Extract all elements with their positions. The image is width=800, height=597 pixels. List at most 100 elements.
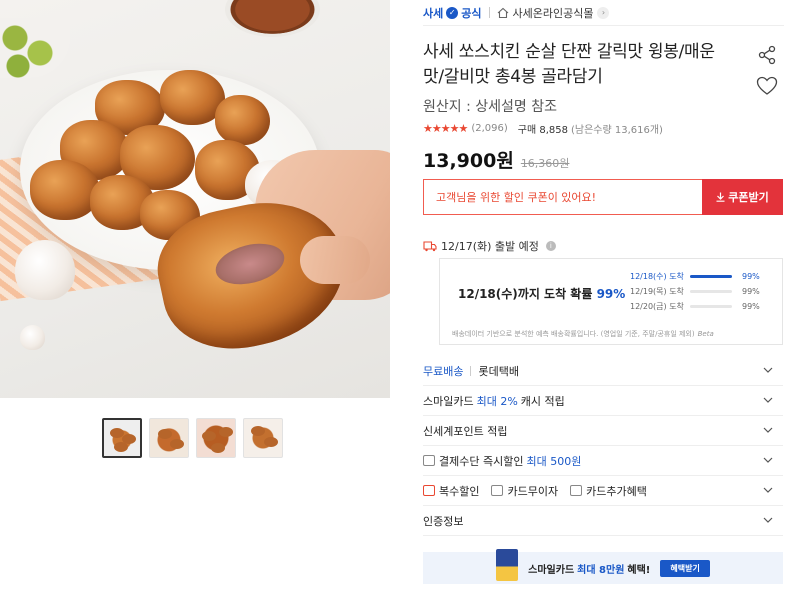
- divider: [470, 365, 472, 376]
- chevron-down-icon: [763, 367, 773, 373]
- shinsegae-label: 신세계포인트 적립: [423, 424, 508, 438]
- arrival-bar: [690, 290, 732, 293]
- download-icon: [716, 192, 725, 202]
- card-benefits-row[interactable]: 복수할인 카드무이자 카드추가혜택: [423, 476, 783, 506]
- smilecard-prefix: 스마일카드: [423, 394, 474, 408]
- arrival-note: 배송데이터 기반으로 분석한 예측 배송확률입니다. (영업일 기준, 주말/공…: [452, 329, 714, 339]
- payment-discount-row[interactable]: 결제수단 즉시할인 최대 500원: [423, 446, 783, 476]
- thumbnail-1[interactable]: [102, 418, 142, 458]
- shipping-row: 12/17(화) 출발 예정 i: [423, 238, 556, 254]
- arrival-probability-box: 12/18(수)까지 도착 확률 99% 12/18(수) 도착 99% 12/19…: [439, 258, 783, 345]
- chevron-down-icon: [763, 457, 773, 463]
- original-price: 16,360원: [520, 157, 570, 170]
- arrival-note-text: 배송데이터 기반으로 분석한 예측 배송확률입니다. (영업일 기준, 주말/공…: [452, 330, 695, 338]
- garlic: [15, 240, 75, 300]
- smilecard-highlight: 최대 2%: [476, 394, 518, 408]
- sauce-bowl: [225, 0, 320, 37]
- coupon-button-label: 쿠폰받기: [728, 191, 769, 204]
- smilecard-banner[interactable]: 스마일카드 최대 8만원 혜택! 혜택받기: [423, 549, 783, 584]
- coupon-download-button[interactable]: 쿠폰받기: [702, 179, 783, 215]
- arrival-date: 12/18(수) 도착: [630, 272, 684, 281]
- arrival-pct: 99%: [742, 272, 760, 281]
- truck-icon: [423, 241, 437, 252]
- beta-label: Beta: [697, 330, 714, 338]
- arrival-pct: 99%: [742, 287, 760, 296]
- chevron-down-icon: [763, 427, 773, 433]
- chevron-right-icon: ›: [597, 6, 610, 19]
- smilecard-suffix: 캐시 적립: [520, 394, 565, 408]
- arrival-headline-text: 12/18(수)까지 도착 확률: [458, 287, 593, 301]
- certification-label: 인증정보: [423, 514, 464, 528]
- info-icon[interactable]: i: [545, 241, 556, 251]
- smilecard-row[interactable]: 스마일카드 최대 2% 캐시 적립: [423, 386, 783, 416]
- arrival-date: 12/19(목) 도착: [630, 287, 684, 296]
- product-main-image: [0, 0, 390, 398]
- review-count[interactable]: (2,096): [471, 123, 507, 134]
- shipping-method-row[interactable]: 무료배송 롯데택배: [423, 356, 783, 386]
- verified-check-icon: ✓: [446, 6, 459, 19]
- banner-prefix: 스마일카드: [528, 564, 575, 576]
- brand-name: 사세: [423, 6, 444, 20]
- thumbnail-3[interactable]: [196, 418, 236, 458]
- share-icon[interactable]: [757, 45, 777, 65]
- home-icon: [497, 7, 508, 18]
- arrival-headline-pct: 99%: [596, 287, 626, 301]
- card-plus-icon: [570, 485, 583, 496]
- arrival-row: 12/19(목) 도착 99%: [630, 284, 760, 299]
- brand-link[interactable]: 사세 ✓ 공식: [423, 5, 482, 21]
- arrival-bar: [690, 275, 732, 278]
- origin-info: 원산지 : 상세설명 참조: [423, 99, 557, 115]
- banner-benefit-button[interactable]: 혜택받기: [660, 559, 710, 577]
- arrival-bar-fill: [690, 275, 732, 278]
- multi-discount[interactable]: 복수할인: [423, 483, 479, 499]
- banner-highlight: 최대 8만원: [577, 564, 625, 576]
- chevron-down-icon: [763, 397, 773, 403]
- thumbnail-4[interactable]: [243, 418, 283, 458]
- certification-row[interactable]: 인증정보: [423, 506, 783, 536]
- card-extra-benefit[interactable]: 카드추가혜택: [570, 483, 647, 499]
- heart-icon[interactable]: [756, 76, 778, 96]
- product-info-panel: 사세 ✓ 공식 사세온라인공식몰 › 사세 쏘스치킨 순살 단짠 갈릭맛 윙봉/…: [423, 0, 784, 584]
- interest-free-label: 카드무이자: [507, 484, 559, 498]
- arrival-row: 12/20(금) 도착 99%: [630, 299, 760, 314]
- courier-label: 롯데택배: [478, 364, 519, 378]
- thumb: [300, 236, 370, 284]
- rating-row: ★★★★★ (2,096) 구매 8,858 (남은수량 13,616개): [423, 121, 663, 136]
- star-rating: ★★★★★: [423, 122, 468, 135]
- divider: [488, 7, 490, 18]
- payment-prefix: 결제수단 즉시할인: [439, 454, 524, 468]
- card-icon: [491, 485, 504, 496]
- free-shipping-label: 무료배송: [423, 364, 464, 378]
- purchase-count: 구매 8,858: [517, 125, 568, 136]
- thumbnail-2[interactable]: [149, 418, 189, 458]
- thumbnail-list: [102, 418, 283, 458]
- store-name: 사세온라인공식몰: [512, 6, 594, 20]
- sale-price: 13,900원: [423, 150, 514, 172]
- store-link[interactable]: 사세온라인공식몰 ›: [497, 5, 610, 21]
- discount-icon: [423, 485, 435, 496]
- coupon-message: 고객님을 위한 할인 쿠폰이 있어요!: [423, 179, 702, 215]
- benefit-list: 무료배송 롯데택배 스마일카드 최대 2% 캐시 적립 신세계포인트 적립 결제…: [423, 356, 783, 536]
- interest-free[interactable]: 카드무이자: [491, 483, 558, 499]
- arrival-row: 12/18(수) 도착 99%: [630, 269, 760, 284]
- garlic-clove: [20, 325, 45, 350]
- product-title: 사세 쏘스치킨 순살 단짠 갈릭맛 윙봉/매운맛/갈비맛 총4봉 골라담기: [423, 42, 715, 87]
- smilecard-image: [496, 549, 519, 581]
- card-icon: [423, 455, 435, 466]
- shinsegae-point-row[interactable]: 신세계포인트 적립: [423, 416, 783, 446]
- arrival-pct: 99%: [742, 302, 760, 311]
- price-row: 13,900원 16,360원: [423, 146, 569, 173]
- payment-highlight: 최대 500원: [526, 454, 582, 468]
- arrival-bar: [690, 305, 732, 308]
- olives-bowl: [0, 18, 70, 78]
- chevron-down-icon: [763, 487, 773, 493]
- official-badge: 공식: [461, 6, 482, 20]
- arrival-date: 12/20(금) 도착: [630, 302, 684, 311]
- chicken-piece: [30, 160, 100, 220]
- multi-discount-label: 복수할인: [439, 484, 480, 498]
- arrival-distribution: 12/18(수) 도착 99% 12/19(목) 도착 99% 12/20(금) 도착 9…: [630, 269, 760, 314]
- card-benefit-label: 카드추가혜택: [586, 484, 647, 498]
- banner-suffix: 혜택!: [627, 564, 651, 576]
- arrival-headline: 12/18(수)까지 도착 확률 99%: [458, 285, 625, 302]
- departure-date: 12/17(화) 출발 예정: [441, 240, 539, 253]
